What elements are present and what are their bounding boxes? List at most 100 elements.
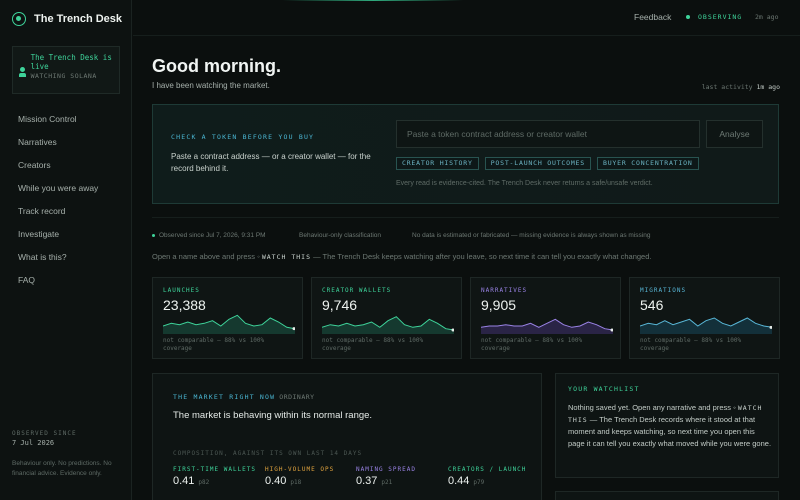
- metric-value: 0.44 p79: [448, 475, 538, 487]
- last-activity-label: last activity: [701, 83, 753, 91]
- metric-percentile: p18: [290, 479, 302, 486]
- metric-value: 0.40 p18: [265, 475, 355, 487]
- watchlist-panel: YOUR WATCHLIST Nothing saved yet. Open a…: [555, 373, 779, 478]
- stat-label: LAUNCHES: [163, 287, 200, 294]
- page-title: Good morning.: [152, 56, 281, 76]
- feedback-link[interactable]: Feedback: [634, 12, 671, 22]
- last-activity-time: 1m ago: [756, 83, 780, 91]
- watch-note-after: — The Trench Desk keeps watching after y…: [313, 252, 652, 261]
- sidebar-nav: Mission Control Narratives Creators Whil…: [18, 113, 98, 297]
- watch-icon: ◦: [257, 252, 260, 261]
- sparkline: [322, 316, 454, 334]
- sparkline: [481, 318, 613, 334]
- analyse-button[interactable]: Analyse: [706, 120, 763, 148]
- observing-status: OBSERVING: [698, 13, 743, 21]
- brand-name: The Trench Desk: [34, 13, 123, 25]
- last-activity: last activity 1m ago: [702, 83, 780, 91]
- nav-item-track-record[interactable]: Track record: [18, 205, 98, 228]
- watch-this-keyword: WATCH THIS: [261, 253, 311, 261]
- nav-item-faq[interactable]: FAQ: [18, 274, 98, 297]
- data-disclaimer: No data is estimated or fabricated — mis…: [412, 232, 651, 239]
- watchlist-text-after: — The Trench Desk records where it stood…: [568, 415, 772, 448]
- stat-note: not comparable — 88% vs 100% coverage: [640, 337, 742, 352]
- person-icon: [19, 67, 26, 77]
- top-glow-line: [283, 0, 463, 1]
- watch-note: Open a name above and press ◦ WATCH THIS…: [152, 252, 651, 261]
- topbar: Feedback OBSERVING 2m ago: [133, 0, 800, 36]
- token-address-input[interactable]: [396, 120, 700, 148]
- stat-card-migrations[interactable]: MIGRATIONS 546 not comparable — 88% vs 1…: [629, 277, 780, 359]
- metric-label: NAMING SPREAD: [356, 466, 416, 473]
- metric-percentile: p79: [473, 479, 485, 486]
- sparkline-area: [163, 315, 295, 334]
- check-token-footnote: Every read is evidence-cited. The Trench…: [396, 180, 653, 187]
- stat-note: not comparable — 88% vs 100% coverage: [163, 337, 265, 352]
- watch-icon: ◦: [733, 403, 736, 412]
- app: The Trench Desk The Trench Desk is live …: [0, 0, 800, 500]
- metric-label: CREATORS / LAUNCH: [448, 466, 527, 473]
- check-token-label: CHECK A TOKEN BEFORE YOU BUY: [171, 133, 315, 141]
- nav-item-mission-control[interactable]: Mission Control: [18, 113, 98, 136]
- metric-creators-per-launch: CREATORS / LAUNCH 0.44 p79: [448, 466, 538, 487]
- stat-label: MIGRATIONS: [640, 287, 687, 294]
- observed-since-date: 7 Jul 2026: [12, 439, 55, 447]
- sparkline: [163, 314, 295, 334]
- classification-text: Behaviour-only classification: [299, 232, 382, 239]
- market-state-badge: ORDINARY: [279, 393, 315, 401]
- metric-naming-spread: NAMING SPREAD 0.37 p21: [356, 466, 446, 487]
- live-title: The Trench Desk is live: [30, 53, 112, 71]
- divider: [152, 217, 779, 218]
- nav-item-narratives[interactable]: Narratives: [18, 136, 98, 159]
- stat-card-narratives[interactable]: NARRATIVES 9,905 not comparable — 88% vs…: [470, 277, 621, 359]
- stat-note: not comparable — 88% vs 100% coverage: [481, 337, 583, 352]
- market-summary: The market is behaving within its normal…: [173, 410, 373, 421]
- stat-label: NARRATIVES: [481, 287, 528, 294]
- stat-label: CREATOR WALLETS: [322, 287, 392, 294]
- metric-label: FIRST-TIME WALLETS: [173, 466, 257, 473]
- metric-value-number: 0.40: [265, 475, 287, 487]
- live-status-card: The Trench Desk is live WATCHING SOLANA: [12, 46, 120, 94]
- sidebar-footer: OBSERVED SINCE 7 Jul 2026 Behaviour only…: [12, 430, 122, 479]
- status-dot-icon: [152, 234, 155, 237]
- stat-value: 23,388: [163, 297, 206, 313]
- logo-icon: [12, 12, 26, 26]
- analysis-chips: CREATOR HISTORY POST-LAUNCH OUTCOMES BUY…: [396, 157, 699, 170]
- nav-item-what-is-this[interactable]: What is this?: [18, 251, 98, 274]
- nav-item-investigate[interactable]: Investigate: [18, 228, 98, 251]
- metric-percentile: p21: [381, 479, 393, 486]
- stat-value: 9,905: [481, 297, 517, 313]
- stat-value: 9,746: [322, 297, 358, 313]
- composition-label: COMPOSITION, AGAINST ITS OWN LAST 14 DAY…: [173, 450, 363, 457]
- check-token-panel: CHECK A TOKEN BEFORE YOU BUY Paste a con…: [152, 104, 779, 204]
- metric-value: 0.37 p21: [356, 475, 446, 487]
- metric-value-number: 0.44: [448, 475, 470, 487]
- brand[interactable]: The Trench Desk: [12, 12, 122, 26]
- sidebar-disclaimer: Behaviour only. No predictions. No finan…: [12, 460, 112, 477]
- status-row: Observed since Jul 7, 2026, 9:31 PM Beha…: [152, 232, 650, 239]
- metric-value-number: 0.41: [173, 475, 195, 487]
- stat-card-creator-wallets[interactable]: CREATOR WALLETS 9,746 not comparable — 8…: [311, 277, 462, 359]
- metric-percentile: p82: [198, 479, 210, 486]
- chip-post-launch-outcomes[interactable]: POST-LAUNCH OUTCOMES: [484, 157, 591, 170]
- page-subtitle: I have been watching the market.: [152, 81, 270, 90]
- nav-item-while-away[interactable]: While you were away: [18, 182, 98, 205]
- chip-buyer-concentration[interactable]: BUYER CONCENTRATION: [596, 157, 699, 170]
- market-label: THE MARKET RIGHT NOW ORDINARY: [173, 393, 315, 401]
- metric-value-number: 0.37: [356, 475, 378, 487]
- metric-first-time-wallets: FIRST-TIME WALLETS 0.41 p82: [173, 466, 263, 487]
- stat-value: 546: [640, 297, 664, 313]
- market-panel: THE MARKET RIGHT NOW ORDINARY The market …: [152, 373, 542, 500]
- metric-value: 0.41 p82: [173, 475, 263, 487]
- sparkline: [640, 317, 772, 334]
- nav-item-creators[interactable]: Creators: [18, 159, 98, 182]
- observed-since-label: OBSERVED SINCE: [12, 430, 77, 437]
- sidebar: The Trench Desk The Trench Desk is live …: [0, 0, 132, 500]
- watchlist-text-before: Nothing saved yet. Open any narrative an…: [568, 403, 732, 412]
- market-label-text: THE MARKET RIGHT NOW: [173, 393, 276, 401]
- observed-since-status: Observed since Jul 7, 2026, 9:31 PM: [152, 232, 299, 239]
- lower-panel: [555, 491, 779, 500]
- watch-note-before: Open a name above and press: [152, 252, 255, 261]
- metric-label: HIGH-VOLUME OPS: [265, 466, 335, 473]
- stat-card-launches[interactable]: LAUNCHES 23,388 not comparable — 88% vs …: [152, 277, 303, 359]
- chip-creator-history[interactable]: CREATOR HISTORY: [396, 157, 479, 170]
